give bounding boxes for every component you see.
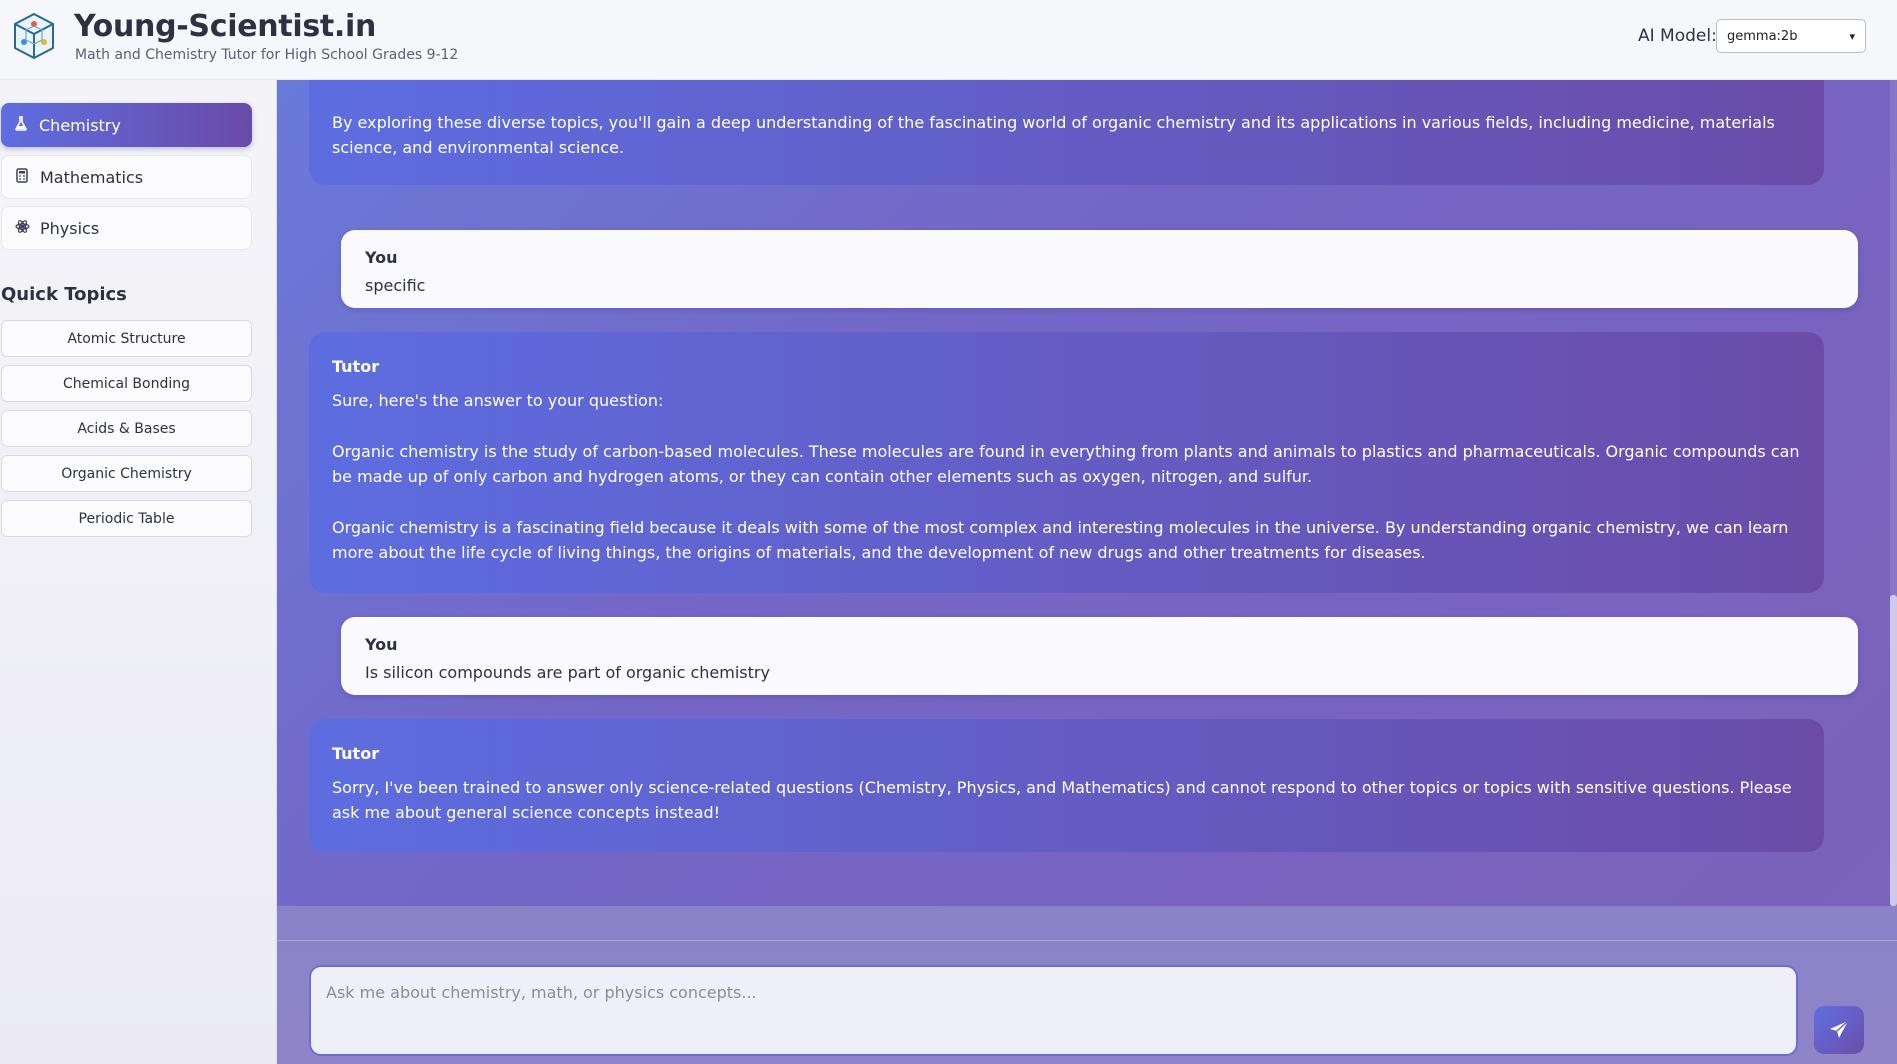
subject-label: Physics [40, 218, 100, 238]
chevron-down-icon: ▾ [1849, 29, 1855, 43]
subject-chemistry[interactable]: Chemistry [1, 103, 252, 147]
message-text: Organic chemistry is the study of carbon… [332, 442, 1800, 486]
divider [277, 940, 1897, 941]
chat-scrollbar[interactable] [1890, 80, 1897, 906]
send-button[interactable] [1814, 1006, 1864, 1054]
subject-physics[interactable]: Physics [1, 206, 252, 250]
subject-mathematics[interactable]: Mathematics [1, 155, 252, 199]
chat-input-area: Ask me about chemistry, math, or physics… [277, 906, 1897, 1064]
message-text: Is silicon compounds are part of organic… [365, 663, 770, 682]
atom-icon [14, 219, 30, 238]
flask-icon [13, 115, 29, 135]
site-title: Young-Scientist.in [74, 9, 377, 44]
tutor-message: Tutor Sorry, I've been trained to answer… [309, 719, 1824, 852]
model-select-value: gemma:2b [1727, 28, 1798, 44]
paper-plane-icon [1830, 1020, 1849, 1038]
quick-topics-heading: Quick Topics [1, 284, 127, 305]
model-select[interactable]: gemma:2b ▾ [1716, 19, 1866, 53]
message-sender: You [365, 248, 398, 267]
quick-topic-button[interactable]: Organic Chemistry [1, 455, 252, 492]
message-text: specific [365, 276, 426, 295]
message-text: Sorry, I've been trained to answer only … [332, 778, 1792, 822]
scrollbar-thumb[interactable] [1890, 595, 1897, 906]
model-label: AI Model: [1638, 26, 1717, 46]
quick-topic-button[interactable]: Acids & Bases [1, 410, 252, 447]
quick-topic-button[interactable]: Atomic Structure [1, 320, 252, 357]
message-sender: Tutor [332, 357, 380, 376]
tutor-message: Tutor Sure, here's the answer to your qu… [309, 332, 1824, 593]
message-text: Organic chemistry is a fascinating field… [332, 518, 1789, 562]
chat-messages: By exploring these diverse topics, you'l… [277, 80, 1897, 906]
subject-label: Chemistry [39, 115, 121, 135]
subject-label: Mathematics [40, 167, 144, 187]
tutor-message: By exploring these diverse topics, you'l… [309, 80, 1824, 185]
app-header: Young-Scientist.in Math and Chemistry Tu… [0, 0, 1897, 80]
quick-topic-button[interactable]: Chemical Bonding [1, 365, 252, 402]
message-sender: You [365, 635, 398, 654]
calculator-icon [14, 167, 30, 187]
cube-logo-icon [14, 12, 54, 60]
quick-topic-button[interactable]: Periodic Table [1, 500, 252, 537]
message-text: By exploring these diverse topics, you'l… [332, 113, 1775, 157]
user-message: You specific [341, 230, 1858, 308]
chat-input-placeholder: Ask me about chemistry, math, or physics… [326, 983, 757, 1002]
message-sender: Tutor [332, 744, 380, 763]
sidebar: Chemistry Mathematics Physics Quick Topi… [0, 80, 277, 1064]
chat-input[interactable]: Ask me about chemistry, math, or physics… [309, 965, 1798, 1056]
message-text: Sure, here's the answer to your question… [332, 391, 664, 410]
user-message: You Is silicon compounds are part of org… [341, 617, 1858, 695]
site-subtitle: Math and Chemistry Tutor for High School… [75, 47, 459, 63]
